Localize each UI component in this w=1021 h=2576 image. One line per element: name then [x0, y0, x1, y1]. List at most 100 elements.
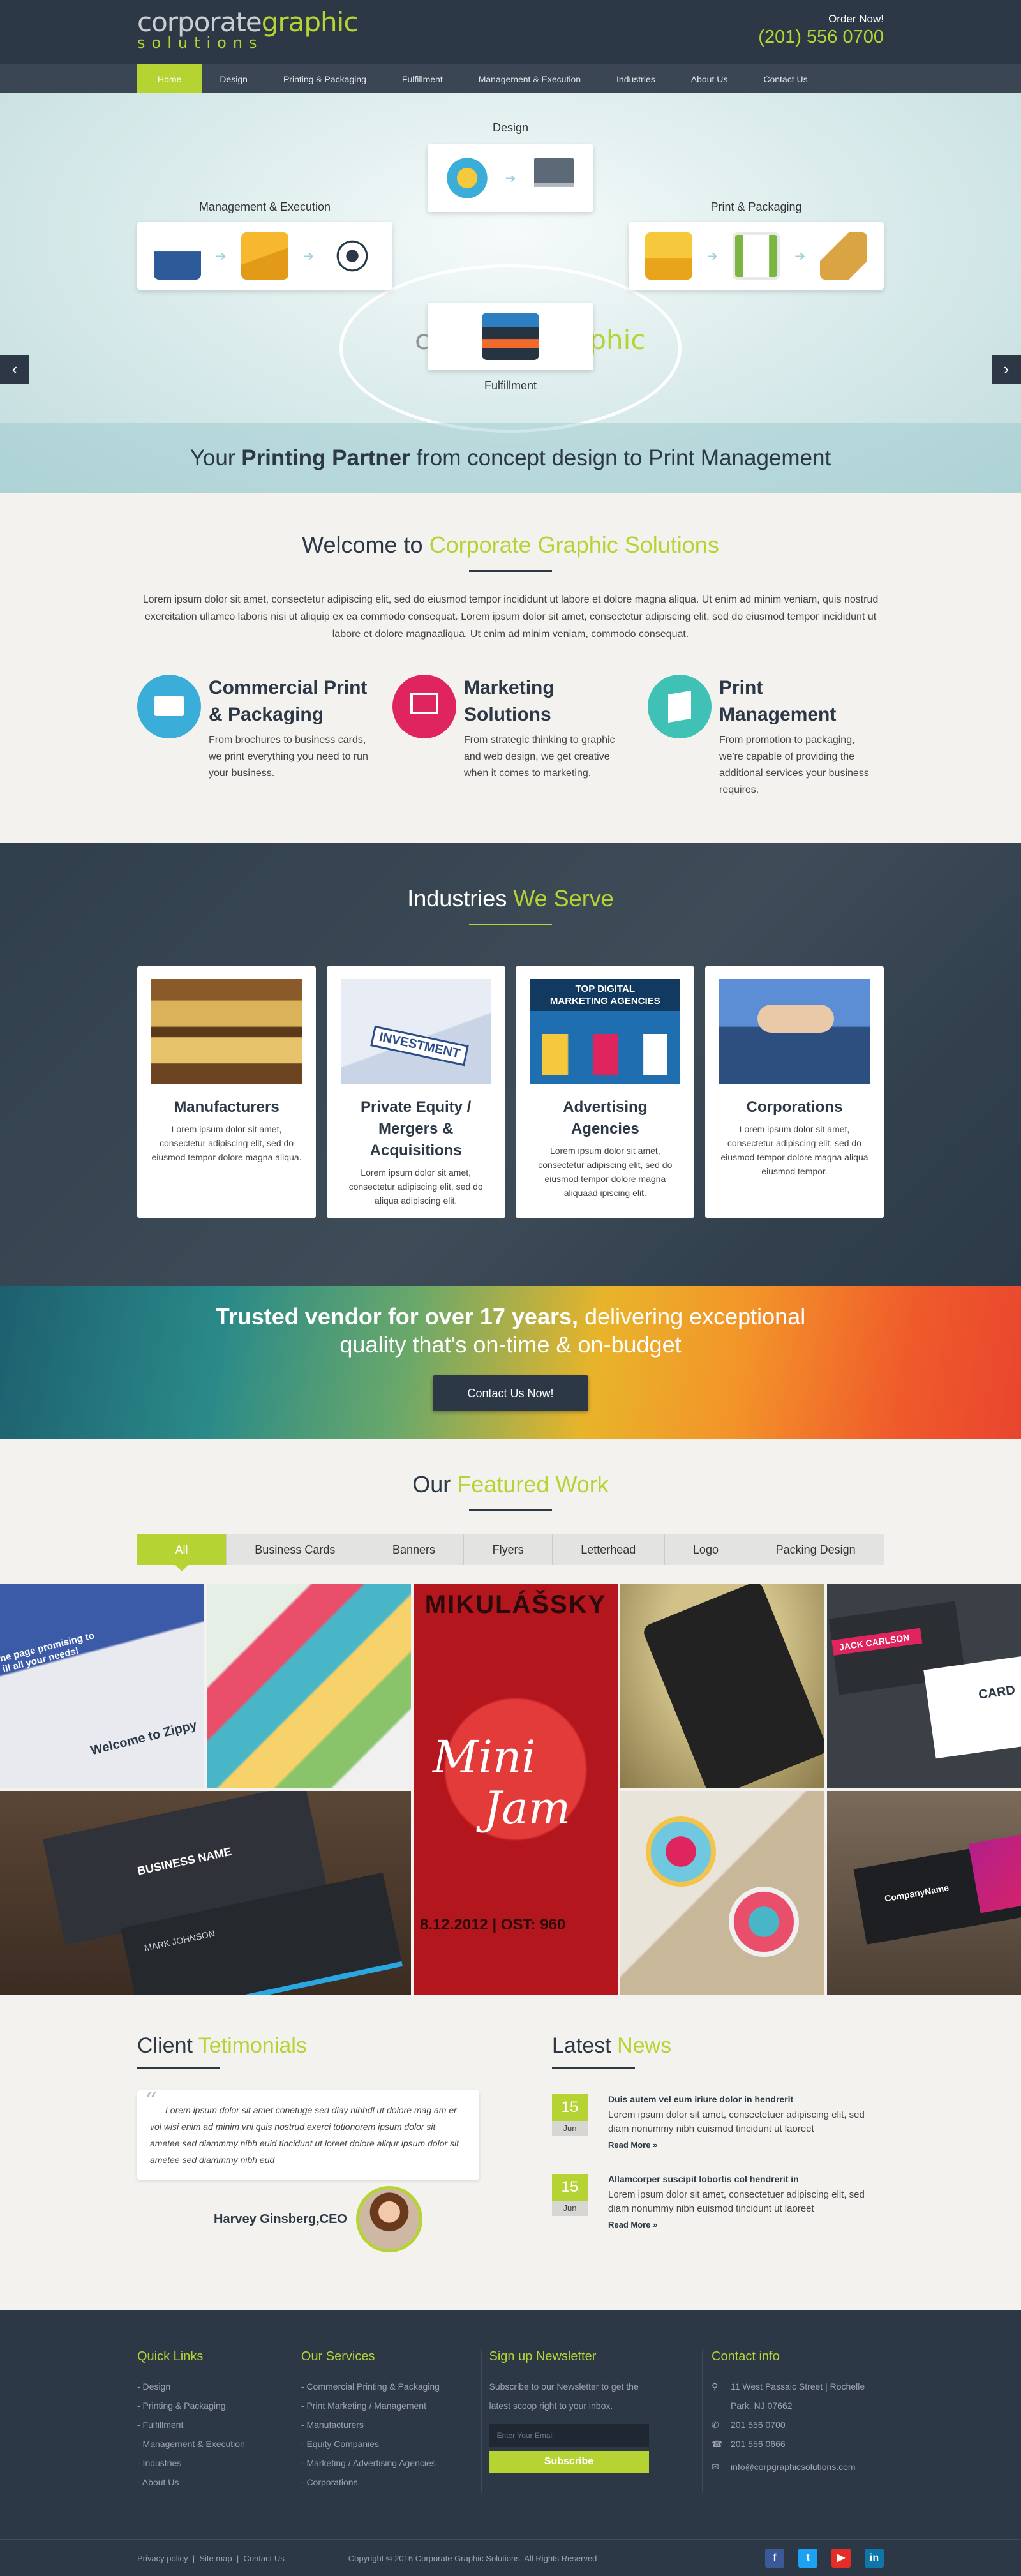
footer-link-design[interactable]: - Design	[137, 2377, 297, 2396]
nav-contact-us[interactable]: Contact Us	[745, 64, 825, 94]
slider-next-button[interactable]: ›	[992, 355, 1021, 384]
service-text: From strategic thinking to graphic and w…	[464, 735, 615, 779]
contact-us-button[interactable]: Contact Us Now!	[433, 1375, 588, 1411]
portfolio-item-flyers[interactable]	[207, 1584, 411, 1788]
arrow-icon: ➔	[215, 249, 227, 264]
hero-slider: Design ➔ Management & Execution ➔ ➔ corp…	[0, 93, 1021, 493]
read-more-link[interactable]: Read More »	[608, 2140, 884, 2150]
news-headline[interactable]: Duis autem vel eum iriure dolor in hendr…	[608, 2094, 884, 2104]
portfolio-item-minijam[interactable]: MIKULÁŠSKY Mini Jam 8.12.2012 | OST: 960	[414, 1584, 618, 1995]
label-design: Design	[492, 121, 529, 134]
service-marketing[interactable]: Marketing Solutions From strategic think…	[392, 675, 629, 798]
industry-card-corporations[interactable]: Corporations Lorem ipsum dolor sit amet,…	[704, 966, 884, 1218]
footer-service-link[interactable]: - Commercial Printing & Packaging	[301, 2377, 481, 2396]
site-map-link[interactable]: Site map	[199, 2554, 232, 2563]
linkedin-icon[interactable]: in	[865, 2549, 884, 2568]
portfolio-item-company-card[interactable]: CompanyName	[827, 1791, 1021, 1995]
avatar	[355, 2186, 422, 2252]
service-commercial-print[interactable]: Commercial Print & Packaging From brochu…	[137, 675, 373, 798]
industry-card-advertising[interactable]: TOP DIGITAL MARKETING AGENCIES Advertisi…	[516, 966, 695, 1218]
footer-quick-links: Quick Links - Design - Printing & Packag…	[137, 2349, 297, 2492]
footer-link-management[interactable]: - Management & Execution	[137, 2434, 297, 2453]
logo-text-accent: graphic	[261, 6, 359, 38]
email-icon: ✉	[712, 2462, 719, 2472]
footer-service-link[interactable]: - Equity Companies	[301, 2434, 481, 2453]
nav-printing-packaging[interactable]: Printing & Packaging	[265, 64, 384, 94]
envelope-icon	[241, 232, 288, 280]
footer-service-link[interactable]: - Marketing / Advertising Agencies	[301, 2453, 481, 2473]
footer-link-printing[interactable]: - Printing & Packaging	[137, 2396, 297, 2415]
nav-fulfillment[interactable]: Fulfillment	[384, 64, 461, 94]
subscribe-button[interactable]: Subscribe	[489, 2451, 649, 2473]
card-text: Lorem ipsum dolor sit amet, consectetur …	[348, 1167, 483, 1206]
twitter-icon[interactable]: t	[798, 2549, 817, 2568]
footer-service-link[interactable]: - Print Marketing / Management	[301, 2396, 481, 2415]
site-logo[interactable]: corporategraphic solutions	[137, 6, 359, 51]
card-brand: CARD	[923, 1652, 1021, 1759]
industry-card-manufacturers[interactable]: Manufacturers Lorem ipsum dolor sit amet…	[137, 966, 316, 1218]
portfolio-item-jack-carlson[interactable]: JACK CARLSON CARD	[827, 1584, 1021, 1788]
document-icon	[732, 232, 780, 280]
contact-phone[interactable]: 201 556 0700	[731, 2415, 786, 2434]
portfolio-item-zippy[interactable]: ne page promising to ill all your needs! …	[0, 1584, 204, 1788]
footer-service-link[interactable]: - Corporations	[301, 2473, 481, 2492]
nav-industries[interactable]: Industries	[599, 64, 673, 94]
welcome-title-text: Welcome to	[302, 532, 429, 558]
news-date: 15 Jun	[552, 2094, 588, 2150]
privacy-policy-link[interactable]: Privacy policy	[137, 2554, 188, 2563]
testimonial-author: Harvey Ginsberg,CEO	[214, 2186, 514, 2252]
order-now[interactable]: Order Now! (201) 556 0700	[758, 13, 884, 48]
presentation-icon	[392, 675, 456, 738]
nav-management-execution[interactable]: Management & Execution	[461, 64, 599, 94]
nav-home[interactable]: Home	[137, 64, 202, 94]
hero-tagline: Your Printing Partner from concept desig…	[0, 423, 1021, 493]
featured-title: Our Featured Work	[137, 1471, 884, 1498]
news-title-text: Latest	[552, 2033, 618, 2058]
arrow-icon: ➔	[794, 249, 806, 264]
nav-about-us[interactable]: About Us	[673, 64, 746, 94]
slider-prev-button[interactable]: ‹	[0, 355, 29, 384]
news-month: Jun	[552, 2121, 588, 2136]
laptop-icon	[530, 154, 578, 202]
tab-business-cards[interactable]: Business Cards	[227, 1534, 364, 1565]
service-title: Commercial Print & Packaging	[209, 677, 368, 725]
news-headline[interactable]: Allamcorper suscipit lobortis col hendre…	[608, 2174, 884, 2184]
trusted-rest: delivering exceptional	[578, 1303, 806, 1329]
author-name: Harvey Ginsberg,CEO	[214, 2212, 347, 2226]
tab-flyers[interactable]: Flyers	[464, 1534, 553, 1565]
news-text: Lorem ipsum dolor sit amet, consectetuer…	[608, 2189, 865, 2214]
tab-all[interactable]: All	[137, 1534, 227, 1571]
footer-bottom-bar: Privacy policy | Site map | Contact Us C…	[0, 2539, 1021, 2576]
footer-contact: Contact info ⚲ 11 West Passaic Street | R…	[702, 2349, 884, 2492]
tab-logo[interactable]: Logo	[665, 1534, 748, 1565]
facebook-icon[interactable]: f	[765, 2549, 784, 2568]
footer-link-fulfillment[interactable]: - Fulfillment	[137, 2415, 297, 2434]
portfolio-item-letterpress[interactable]	[620, 1584, 824, 1788]
tab-letterhead[interactable]: Letterhead	[553, 1534, 665, 1565]
card-text: Lorem ipsum dolor sit amet, consectetur …	[151, 1124, 302, 1162]
order-phone[interactable]: (201) 556 0700	[758, 27, 884, 48]
news-day: 15	[552, 2174, 588, 2201]
tab-banners[interactable]: Banners	[364, 1534, 465, 1565]
contact-us-link[interactable]: Contact Us	[243, 2554, 284, 2563]
service-title: Marketing Solutions	[464, 677, 555, 725]
footer-link-industries[interactable]: - Industries	[137, 2453, 297, 2473]
nav-design[interactable]: Design	[202, 64, 265, 94]
welcome-title: Welcome to Corporate Graphic Solutions	[137, 532, 884, 558]
printer-icon	[482, 313, 539, 360]
factory-image	[151, 979, 302, 1084]
newsletter-email-input[interactable]: Enter Your Email	[489, 2424, 649, 2447]
tab-packing-design[interactable]: Packing Design	[747, 1534, 884, 1565]
portfolio-item-packaging[interactable]	[620, 1791, 824, 1995]
footer-service-link[interactable]: - Manufacturers	[301, 2415, 481, 2434]
industry-card-private-equity[interactable]: INVESTMENT Private Equity / Mergers & Ac…	[326, 966, 505, 1218]
footer-link-about[interactable]: - About Us	[137, 2473, 297, 2492]
youtube-icon[interactable]: ▶	[831, 2549, 851, 2568]
industry-cards: Manufacturers Lorem ipsum dolor sit amet…	[137, 966, 884, 1218]
portfolio-item-business-card[interactable]: BUSINESS NAME MARK JOHNSON	[0, 1791, 411, 1995]
read-more-link[interactable]: Read More »	[608, 2220, 884, 2229]
contact-email[interactable]: info@corpgraphicsolutions.com	[731, 2457, 856, 2476]
service-print-management[interactable]: Print Management From promotion to packa…	[648, 675, 884, 798]
card-title: Advertising Agencies	[563, 1098, 648, 1137]
agencies-banner: TOP DIGITAL MARKETING AGENCIES	[530, 979, 681, 1011]
